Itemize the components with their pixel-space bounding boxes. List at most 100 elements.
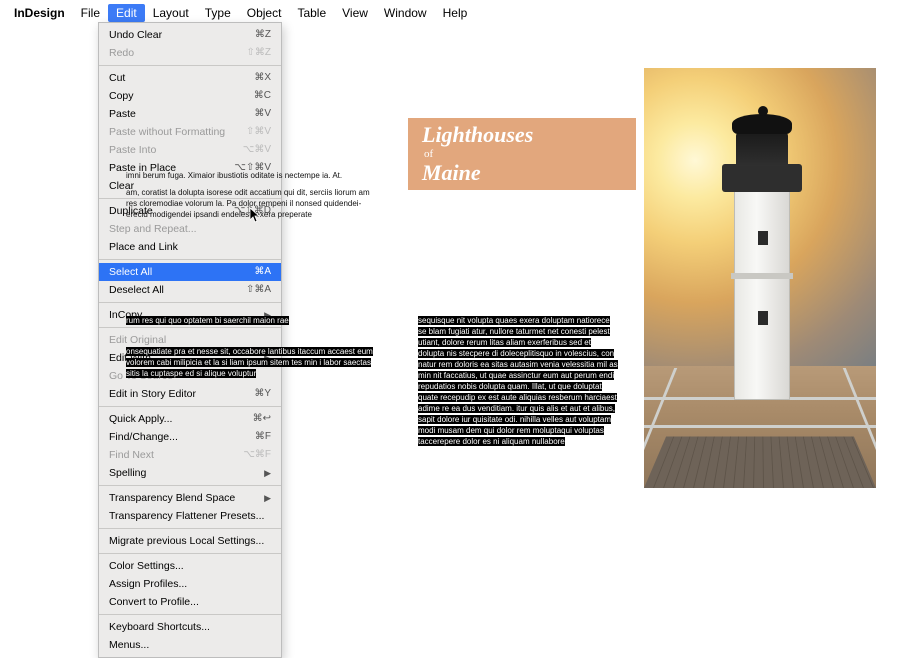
menu-item-place-and-link[interactable]: Place and Link	[99, 238, 281, 256]
submenu-arrow-icon: ▶	[264, 466, 271, 480]
menu-shortcut: ⌥⌘V	[243, 143, 271, 157]
menu-shortcut: ⌥⌘F	[243, 448, 271, 462]
menu-separator	[99, 614, 281, 615]
menubar: InDesign File Edit Layout Type Object Ta…	[6, 4, 475, 22]
menu-item-paste-without-formatting: Paste without Formatting ⇧⌘V	[99, 123, 281, 141]
menu-item-label: Transparency Flattener Presets...	[109, 509, 264, 523]
menu-item-label: Deselect All	[109, 283, 164, 297]
menu-item-quick-apply[interactable]: Quick Apply... ⌘↩	[99, 410, 281, 428]
title-line-3: Maine	[422, 162, 636, 184]
lighthouse-tower	[734, 190, 790, 400]
menu-item-label: Paste without Formatting	[109, 125, 225, 139]
menu-shortcut: ⌘A	[254, 265, 271, 279]
menu-item-menus[interactable]: Menus...	[99, 636, 281, 654]
menu-item-spelling[interactable]: Spelling ▶	[99, 464, 281, 482]
menu-type[interactable]: Type	[197, 4, 239, 22]
menu-item-keyboard-shortcuts[interactable]: Keyboard Shortcuts...	[99, 618, 281, 636]
menu-window[interactable]: Window	[376, 4, 435, 22]
menu-separator	[99, 259, 281, 260]
menu-item-find-change[interactable]: Find/Change... ⌘F	[99, 428, 281, 446]
menu-item-label: Place and Link	[109, 240, 178, 254]
title-box[interactable]: Lighthouses of Maine	[408, 118, 636, 190]
menu-file[interactable]: File	[73, 4, 108, 22]
menu-item-migrate-previous-local-settings[interactable]: Migrate previous Local Settings...	[99, 532, 281, 550]
lighthouse-gallery	[722, 164, 802, 192]
menu-item-paste[interactable]: Paste ⌘V	[99, 105, 281, 123]
lighthouse-finial	[758, 106, 768, 116]
highlighted-text[interactable]: sequisque nit volupta quaes exera dolupt…	[418, 316, 618, 446]
menu-item-label: Assign Profiles...	[109, 577, 187, 591]
menu-item-assign-profiles[interactable]: Assign Profiles...	[99, 575, 281, 593]
menu-layout[interactable]: Layout	[145, 4, 197, 22]
menu-item-select-all[interactable]: Select All ⌘A	[99, 263, 281, 281]
document-text-block-2: rum res qui quo optatem bi saerchil maio…	[126, 315, 376, 379]
menu-view[interactable]: View	[334, 4, 376, 22]
menu-item-transparency-blend-space[interactable]: Transparency Blend Space ▶	[99, 489, 281, 507]
menu-item-label: Paste	[109, 107, 136, 121]
menu-item-undo-clear[interactable]: Undo Clear ⌘Z	[99, 26, 281, 44]
menu-separator	[99, 528, 281, 529]
menu-edit[interactable]: Edit	[108, 4, 145, 22]
menu-shortcut: ⇧⌘A	[246, 283, 271, 297]
menu-shortcut: ⌘C	[254, 89, 271, 103]
highlighted-text[interactable]: onsequatiate pra et nesse sit, occabore …	[126, 347, 373, 378]
document-text-block-3: sequisque nit volupta quaes exera dolupt…	[418, 315, 618, 447]
menu-separator	[99, 553, 281, 554]
menu-shortcut: ⌘Z	[255, 28, 271, 42]
menu-item-label: Color Settings...	[109, 559, 184, 573]
title-line-1: Lighthouses	[422, 124, 636, 146]
menu-item-label: Redo	[109, 46, 134, 60]
menu-separator	[99, 302, 281, 303]
menu-item-label: Undo Clear	[109, 28, 162, 42]
menu-item-label: Spelling	[109, 466, 146, 480]
menu-item-label: Transparency Blend Space	[109, 491, 235, 505]
menu-item-label: Select All	[109, 265, 152, 279]
menu-shortcut: ⇧⌘Z	[247, 46, 272, 60]
menu-item-label: Edit in Story Editor	[109, 387, 196, 401]
menu-item-label: Copy	[109, 89, 134, 103]
lighthouse-lantern	[736, 132, 788, 166]
menu-item-copy[interactable]: Copy ⌘C	[99, 87, 281, 105]
menu-item-transparency-flattener-presets[interactable]: Transparency Flattener Presets...	[99, 507, 281, 525]
menu-table[interactable]: Table	[289, 4, 334, 22]
menu-shortcut: ⌘F	[255, 430, 271, 444]
app-name: InDesign	[6, 4, 73, 22]
lighthouse-cap	[732, 114, 792, 134]
menu-separator	[99, 65, 281, 66]
rail	[644, 425, 876, 428]
menu-item-label: Paste Into	[109, 143, 156, 157]
menu-item-convert-to-profile[interactable]: Convert to Profile...	[99, 593, 281, 611]
submenu-arrow-icon: ▶	[264, 491, 271, 505]
menu-item-find-next: Find Next ⌥⌘F	[99, 446, 281, 464]
menu-item-edit-in-story-editor[interactable]: Edit in Story Editor ⌘Y	[99, 385, 281, 403]
menu-item-paste-into: Paste Into ⌥⌘V	[99, 141, 281, 159]
menu-shortcut: ⌘Y	[254, 387, 271, 401]
menu-shortcut: ⌘V	[254, 107, 271, 121]
pier	[644, 437, 876, 488]
menu-object[interactable]: Object	[239, 4, 290, 22]
menu-shortcut: ⌘↩	[253, 412, 271, 426]
menu-item-cut[interactable]: Cut ⌘X	[99, 69, 281, 87]
window	[758, 231, 768, 245]
lighthouse-image[interactable]	[644, 68, 876, 488]
menu-item-redo: Redo ⇧⌘Z	[99, 44, 281, 62]
menu-shortcut: ⌘X	[254, 71, 271, 85]
menu-item-color-settings[interactable]: Color Settings...	[99, 557, 281, 575]
menu-shortcut: ⇧⌘V	[246, 125, 271, 139]
menu-item-label: Migrate previous Local Settings...	[109, 534, 264, 548]
menu-item-label: Convert to Profile...	[109, 595, 199, 609]
menu-item-deselect-all[interactable]: Deselect All ⇧⌘A	[99, 281, 281, 299]
menu-separator	[99, 485, 281, 486]
menu-item-label: Quick Apply...	[109, 412, 172, 426]
highlighted-text[interactable]: rum res qui quo optatem bi saerchil maio…	[126, 316, 289, 325]
menu-item-label: Find Next	[109, 448, 154, 462]
menu-help[interactable]: Help	[435, 4, 476, 22]
menu-item-label: Menus...	[109, 638, 149, 652]
menu-item-label: Cut	[109, 71, 125, 85]
menu-item-label: Keyboard Shortcuts...	[109, 620, 210, 634]
paragraph: imni berum fuga. Ximaior ibustiotis odit…	[126, 170, 376, 181]
window	[758, 311, 768, 325]
menu-item-label: Find/Change...	[109, 430, 178, 444]
mouse-cursor-icon	[250, 208, 262, 224]
menu-separator	[99, 406, 281, 407]
